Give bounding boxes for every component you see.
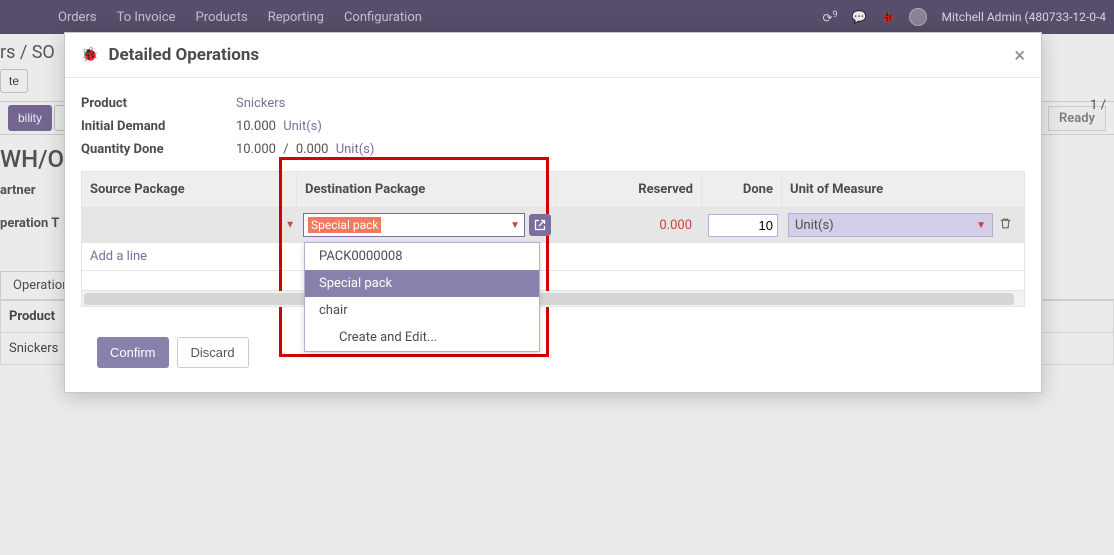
dropdown-option[interactable]: PACK0000008: [305, 243, 539, 270]
uom-select[interactable]: Unit(s) ▼: [788, 213, 993, 237]
trash-icon[interactable]: [999, 217, 1012, 234]
thead-source-package: Source Package: [82, 172, 297, 207]
qty-separator: /: [283, 142, 288, 157]
chevron-down-icon[interactable]: ▼: [976, 220, 986, 231]
dropdown-option[interactable]: Special pack: [305, 270, 539, 297]
thead-reserved: Reserved: [557, 172, 702, 207]
destination-package-input[interactable]: Special pack ▼ PACK0000008 Special pack …: [303, 213, 525, 237]
done-input[interactable]: [708, 214, 778, 237]
horizontal-scrollbar[interactable]: [81, 291, 1025, 307]
value-initial-demand: 10.000: [236, 119, 276, 134]
chevron-down-icon[interactable]: ▼: [285, 220, 295, 231]
external-link-icon[interactable]: [529, 214, 551, 236]
chevron-down-icon[interactable]: ▼: [510, 220, 520, 231]
confirm-button[interactable]: Confirm: [97, 337, 169, 368]
reserved-value: 0.000: [557, 213, 702, 238]
bug-icon: 🐞: [81, 47, 98, 63]
detailed-operations-modal: 🐞 Detailed Operations × Product Snickers…: [64, 32, 1042, 393]
uom-value: Unit(s): [795, 218, 834, 233]
dropdown-create-edit[interactable]: Create and Edit...: [305, 324, 539, 351]
label-product: Product: [81, 96, 236, 111]
modal-title: Detailed Operations: [108, 45, 259, 65]
dest-value: Special pack: [308, 217, 381, 233]
value-product[interactable]: Snickers: [236, 96, 285, 111]
destination-dropdown: PACK0000008 Special pack chair Create an…: [304, 242, 540, 352]
close-icon[interactable]: ×: [1014, 45, 1025, 65]
thead-uom: Unit of Measure: [782, 172, 1024, 207]
source-package-input[interactable]: ▼: [82, 220, 297, 230]
unit-initial-demand: Unit(s): [283, 119, 322, 134]
add-line-link[interactable]: Add a line: [90, 249, 147, 264]
thead-done: Done: [702, 172, 782, 207]
value-quantity-done: 10.000: [236, 142, 276, 157]
dropdown-option[interactable]: chair: [305, 297, 539, 324]
unit-quantity-done: Unit(s): [336, 142, 375, 157]
value-quantity-denom: 0.000: [296, 142, 329, 157]
label-quantity-done: Quantity Done: [81, 142, 236, 157]
label-initial-demand: Initial Demand: [81, 119, 236, 134]
discard-button[interactable]: Discard: [177, 337, 249, 368]
ops-row: ▼ Special pack ▼ PACK0000008 Special pac…: [81, 208, 1025, 243]
thead-destination-package: Destination Package: [297, 172, 557, 207]
